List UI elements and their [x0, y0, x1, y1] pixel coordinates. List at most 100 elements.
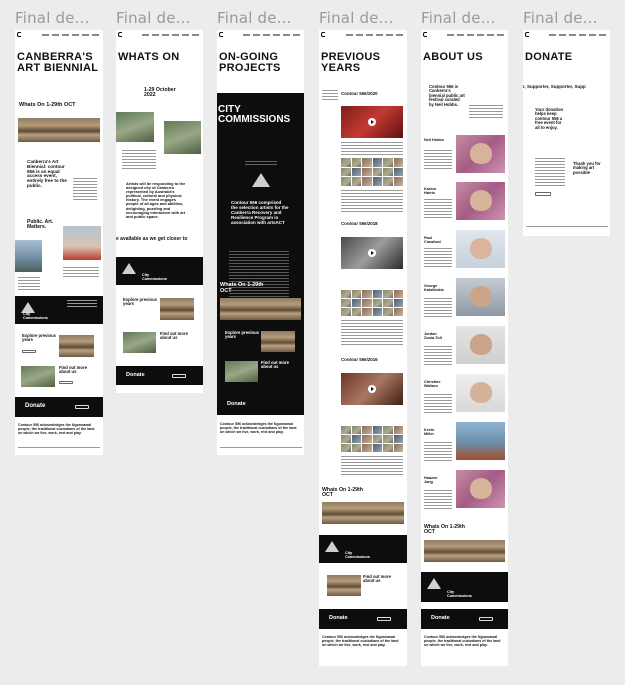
person-name: Christine Wallace [424, 380, 441, 388]
intro-body [73, 178, 97, 202]
caption-text [18, 277, 40, 291]
donate-button[interactable] [377, 617, 391, 621]
person-bio [424, 442, 452, 462]
about-body [469, 105, 503, 119]
donate-label[interactable]: Donate [329, 615, 348, 621]
footer [220, 447, 302, 449]
find-out-link[interactable]: Find out more about us [363, 574, 401, 584]
whats-on-heading[interactable]: Whats On 1-29th OCT [19, 102, 79, 109]
explore-link[interactable]: Explore previous years [22, 333, 56, 343]
event-body: Artists will be responding to the design… [126, 181, 186, 219]
nav-links[interactable] [142, 34, 200, 36]
footer [526, 226, 608, 228]
person-bio [424, 199, 452, 219]
nav-bar[interactable] [15, 30, 103, 40]
frame-title[interactable]: Final de... [319, 9, 394, 27]
donate-banner[interactable]: Donate [15, 397, 103, 417]
donate-label[interactable]: Donate [126, 372, 145, 378]
donate-banner[interactable]: Donate [319, 609, 407, 629]
donate-button[interactable] [172, 374, 186, 378]
gallery-2020[interactable] [341, 158, 403, 186]
donation-form[interactable] [535, 158, 565, 188]
video-2020[interactable] [341, 106, 403, 138]
nav-bar[interactable] [319, 30, 407, 40]
donate-button[interactable] [479, 617, 493, 621]
person-bio [424, 298, 452, 318]
nav-links[interactable] [42, 34, 100, 36]
explore-button[interactable] [22, 350, 36, 353]
person-name: Kevin Miller [424, 428, 435, 436]
frame-title[interactable]: Final de... [523, 9, 598, 27]
whats-on-heading[interactable]: Whats On 1-29th OCT [220, 282, 270, 295]
event-dates: 1-29 October 2022 [144, 87, 176, 99]
play-icon[interactable] [368, 118, 376, 126]
event-description [122, 150, 156, 170]
footer [18, 447, 100, 449]
nav-links[interactable] [447, 34, 505, 36]
event-image [116, 112, 154, 142]
frame-title[interactable]: Final de... [116, 9, 191, 27]
person-bio [424, 394, 452, 414]
video-2018[interactable] [341, 237, 403, 269]
donate-label[interactable]: Donate [227, 401, 246, 407]
frame-home[interactable]: CANBERRA'S ART BIENNIAL Whats On 1-29th … [15, 30, 103, 455]
city-commissions-label: City Commissions [23, 312, 48, 320]
gallery-2018[interactable] [341, 290, 403, 316]
about-image [123, 332, 156, 353]
projects-body: Contour 556 comprised the selection arti… [231, 200, 289, 225]
frame-about-us[interactable]: ABOUT US Contour 556 is Canberra's bienn… [421, 30, 508, 666]
frame-title[interactable]: Final de... [15, 9, 90, 27]
frame-title[interactable]: Final de... [217, 9, 292, 27]
frame-title[interactable]: Final de... [421, 9, 496, 27]
previous-image [160, 298, 194, 320]
whats-on-heading[interactable]: Whats On 1-29th OCT [424, 524, 474, 536]
person-photo [456, 374, 505, 412]
donate-banner[interactable]: Donate [116, 366, 203, 385]
city-commissions-label: City Commissions [345, 551, 370, 559]
donate-banner[interactable]: Donate [421, 609, 508, 629]
find-out-button[interactable] [59, 381, 73, 384]
city-commissions-banner[interactable]: City Commissions [319, 535, 407, 563]
page-heading: DONATE [525, 51, 573, 63]
donate-label[interactable]: Donate [431, 615, 450, 621]
city-commissions-banner[interactable]: City Commissions [15, 296, 103, 324]
explore-link[interactable]: Explore previous years [225, 330, 259, 340]
intro-text: Canberra's Art Biennial: contour 556 is … [27, 159, 67, 189]
person-photo [456, 326, 505, 364]
find-out-link[interactable]: Find out more about us [160, 331, 198, 341]
donate-button[interactable] [75, 405, 89, 409]
year-2020-body [341, 190, 403, 212]
donate-submit-button[interactable] [535, 192, 551, 196]
nav-bar[interactable] [217, 30, 304, 40]
nav-bar[interactable] [421, 30, 508, 40]
play-icon[interactable] [368, 385, 376, 393]
nav-links[interactable] [549, 34, 607, 36]
person-name: George Katsiklakis [424, 284, 444, 292]
performers-image [63, 226, 101, 260]
acknowledgement: Contour 556 acknowledges the Ngunnawal p… [424, 635, 501, 647]
explore-link[interactable]: Explore previous years [123, 297, 157, 307]
city-commissions-banner[interactable]: City Commissions [116, 257, 203, 285]
gallery-2016[interactable] [341, 426, 403, 452]
find-out-link[interactable]: Find out more about us [261, 360, 299, 370]
nav-links[interactable] [346, 34, 404, 36]
frame-donate[interactable]: DONATE r, Supporter, Supporter, Supp You… [523, 30, 610, 236]
donate-label[interactable]: Donate [25, 403, 45, 409]
person-photo [456, 135, 505, 173]
video-2016[interactable] [341, 373, 403, 405]
whats-on-heading[interactable]: Whats On 1-29th OCT [322, 487, 372, 499]
frame-previous-years[interactable]: PREVIOUS YEARS Contour 556/2020 Contour … [319, 30, 407, 666]
play-icon[interactable] [368, 249, 376, 257]
frame-projects[interactable]: ON-GOING PROJECTS CITY COMMISSIONS Conto… [217, 30, 304, 455]
page-heading: CANBERRA'S ART BIENNIAL [17, 51, 99, 74]
year-2020-heading: Contour 556/2020 [341, 91, 378, 96]
frame-whats-on[interactable]: WHATS ON 1-29 October 2022 Artists will … [116, 30, 203, 393]
year-2018-heading: Contour 556/2018 [341, 221, 378, 226]
nav-links[interactable] [243, 34, 301, 36]
person-photo [456, 230, 505, 268]
nav-bar[interactable] [116, 30, 203, 40]
nav-bar[interactable] [523, 30, 610, 40]
about-image [327, 575, 361, 596]
find-out-link[interactable]: Find out more about us [59, 365, 97, 375]
city-commissions-banner[interactable]: City Commissions [421, 572, 508, 602]
